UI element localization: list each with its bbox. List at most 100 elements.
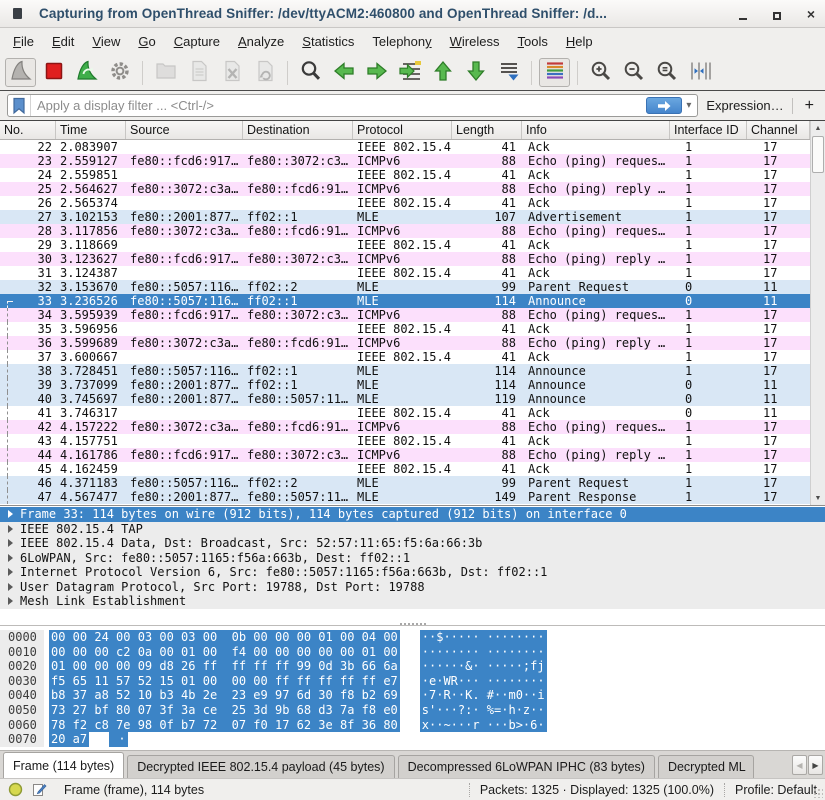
hex-ascii[interactable]: s'···?:· %=·h·z··	[420, 703, 547, 718]
packet-row[interactable]: 434.157751IEEE 802.15.441Ack117	[0, 434, 810, 448]
expert-info-icon[interactable]	[8, 782, 23, 797]
menu-statistics[interactable]: Statistics	[293, 30, 363, 53]
detail-row[interactable]: User Datagram Protocol, Src Port: 19788,…	[0, 580, 825, 595]
column-header-ch[interactable]: Channel	[747, 121, 810, 139]
packet-list-scrollbar[interactable]: ▲ ▼	[810, 121, 825, 505]
expand-arrow-icon[interactable]	[8, 568, 13, 576]
byte-view-tab[interactable]: Decrypted IEEE 802.15.4 payload (45 byte…	[127, 755, 394, 778]
expand-arrow-icon[interactable]	[8, 539, 13, 547]
packet-row[interactable]: 403.745697fe80::2001:877…fe80::5057:11…M…	[0, 392, 810, 406]
packet-row[interactable]: 232.559127fe80::fcd6:917…fe80::3072:c3…I…	[0, 154, 810, 168]
hex-bytes[interactable]: f5 65 11 57 52 15 01 00 00 00 ff ff ff f…	[49, 674, 400, 689]
hex-ascii[interactable]: ··$····· ········	[420, 630, 547, 645]
menu-telephony[interactable]: Telephony	[363, 30, 440, 53]
scroll-thumb[interactable]	[812, 136, 824, 173]
packet-row[interactable]: 444.161786fe80::fcd6:917…fe80::3072:c3…I…	[0, 448, 810, 462]
packet-row[interactable]: 373.600667IEEE 802.15.441Ack117	[0, 350, 810, 364]
byte-view-tab[interactable]: Frame (114 bytes)	[3, 752, 124, 778]
detail-row[interactable]: Internet Protocol Version 6, Src: fe80::…	[0, 565, 825, 580]
go-first-button[interactable]	[427, 58, 458, 87]
expand-arrow-icon[interactable]	[8, 510, 13, 518]
menu-view[interactable]: View	[83, 30, 129, 53]
capture-comment-icon[interactable]	[32, 782, 47, 797]
hex-row[interactable]: 000000 00 24 00 03 00 03 00 0b 00 00 00 …	[0, 630, 825, 645]
hex-bytes[interactable]: b8 37 a8 52 10 b3 4b 2e 23 e9 97 6d 30 f…	[49, 688, 400, 703]
hex-row[interactable]: 005073 27 bf 80 07 3f 3a ce 25 3d 9b 68 …	[0, 703, 825, 718]
menu-file[interactable]: File	[4, 30, 43, 53]
go-to-packet-button[interactable]	[394, 58, 425, 87]
hex-ascii[interactable]: ······&· ·····;fj	[420, 659, 547, 674]
go-last-button[interactable]	[460, 58, 491, 87]
auto-scroll-button[interactable]	[493, 58, 524, 87]
zoom-in-button[interactable]	[585, 58, 616, 87]
hex-row[interactable]: 001000 00 00 c2 0a 00 01 00 f4 00 00 00 …	[0, 645, 825, 660]
packet-row[interactable]: 333.236526fe80::5057:116…ff02::1MLE114An…	[0, 294, 810, 308]
find-packet-button[interactable]	[295, 58, 326, 87]
splitter-handle[interactable]	[400, 623, 426, 625]
detail-row[interactable]: IEEE 802.15.4 TAP	[0, 522, 825, 537]
menu-help[interactable]: Help	[557, 30, 602, 53]
detail-row[interactable]: Mesh Link Establishment	[0, 594, 825, 609]
column-header-no[interactable]: No.	[0, 121, 56, 139]
menu-edit[interactable]: Edit	[43, 30, 83, 53]
expand-arrow-icon[interactable]	[8, 597, 13, 605]
packet-row[interactable]: 383.728451fe80::5057:116…ff02::1MLE114An…	[0, 364, 810, 378]
packet-row[interactable]: 424.157222fe80::3072:c3a…fe80::fcd6:91…I…	[0, 420, 810, 434]
apply-filter-button[interactable]	[646, 97, 682, 114]
packet-row[interactable]: 242.559851IEEE 802.15.441Ack117	[0, 168, 810, 182]
menu-go[interactable]: Go	[129, 30, 164, 53]
add-filter-button[interactable]: +	[801, 97, 818, 115]
scroll-down-icon[interactable]: ▼	[811, 491, 825, 505]
zoom-reset-button[interactable]	[651, 58, 682, 87]
packet-row[interactable]: 222.083907IEEE 802.15.441Ack117	[0, 140, 810, 154]
hex-row[interactable]: 0040b8 37 a8 52 10 b3 4b 2e 23 e9 97 6d …	[0, 688, 825, 703]
go-forward-button[interactable]	[361, 58, 392, 87]
packet-row[interactable]: 252.564627fe80::3072:c3a…fe80::fcd6:91…I…	[0, 182, 810, 196]
column-header-src[interactable]: Source	[126, 121, 243, 139]
packet-row[interactable]: 413.746317IEEE 802.15.441Ack011	[0, 406, 810, 420]
packet-row[interactable]: 343.595939fe80::fcd6:917…fe80::3072:c3…I…	[0, 308, 810, 322]
packet-row[interactable]: 313.124387IEEE 802.15.441Ack117	[0, 266, 810, 280]
menu-analyze[interactable]: Analyze	[229, 30, 293, 53]
zoom-out-button[interactable]	[618, 58, 649, 87]
hex-ascii[interactable]: ·7·R··K. #··m0··i	[420, 688, 547, 703]
packet-row[interactable]: 393.737099fe80::2001:877…ff02::1MLE114An…	[0, 378, 810, 392]
hex-row[interactable]: 002001 00 00 00 09 d8 26 ff ff ff ff 99 …	[0, 659, 825, 674]
display-filter-field[interactable]: ▾	[7, 94, 698, 117]
capture-start-button[interactable]	[5, 58, 36, 87]
filter-input[interactable]	[31, 98, 646, 113]
packet-row[interactable]: 464.371183fe80::5057:116…ff02::2MLE99Par…	[0, 476, 810, 490]
packet-row[interactable]: 262.565374IEEE 802.15.441Ack117	[0, 196, 810, 210]
byte-view-tab[interactable]: Decrypted ML	[658, 755, 754, 778]
column-header-proto[interactable]: Protocol	[353, 121, 452, 139]
capture-restart-button[interactable]	[71, 58, 102, 87]
packet-row[interactable]: 273.102153fe80::2001:877…ff02::1MLE107Ad…	[0, 210, 810, 224]
tab-scroll-left-button[interactable]: ◀	[792, 755, 807, 775]
scroll-up-icon[interactable]: ▲	[811, 121, 825, 135]
hex-row[interactable]: 007020 a7 ·	[0, 732, 825, 747]
byte-view-tab[interactable]: Decompressed 6LoWPAN IPHC (83 bytes)	[398, 755, 655, 778]
hex-row[interactable]: 006078 f2 c8 7e 98 0f b7 72 07 f0 17 62 …	[0, 718, 825, 733]
hex-bytes[interactable]: 20 a7	[49, 732, 89, 747]
hex-ascii[interactable]: ·e·WR··· ········	[420, 674, 547, 689]
packet-row[interactable]: 353.596956IEEE 802.15.441Ack117	[0, 322, 810, 336]
resize-columns-button[interactable]	[684, 58, 715, 87]
hex-bytes[interactable]: 00 00 00 c2 0a 00 01 00 f4 00 00 00 00 0…	[49, 645, 400, 660]
hex-bytes[interactable]: 00 00 24 00 03 00 03 00 0b 00 00 00 01 0…	[49, 630, 400, 645]
detail-row[interactable]: Frame 33: 114 bytes on wire (912 bits), …	[0, 507, 825, 522]
go-back-button[interactable]	[328, 58, 359, 87]
resize-grip[interactable]	[813, 788, 823, 798]
detail-row[interactable]: IEEE 802.15.4 Data, Dst: Broadcast, Src:…	[0, 536, 825, 551]
capture-options-button[interactable]	[104, 58, 135, 87]
packet-row[interactable]: 363.599689fe80::3072:c3a…fe80::fcd6:91…I…	[0, 336, 810, 350]
hex-bytes[interactable]: 78 f2 c8 7e 98 0f b7 72 07 f0 17 62 3e 8…	[49, 718, 400, 733]
expand-arrow-icon[interactable]	[8, 554, 13, 562]
bookmark-icon[interactable]	[8, 95, 31, 116]
column-header-dst[interactable]: Destination	[243, 121, 353, 139]
packet-row[interactable]: 293.118669IEEE 802.15.441Ack117	[0, 238, 810, 252]
detail-row[interactable]: 6LoWPAN, Src: fe80::5057:1165:f56a:663b,…	[0, 551, 825, 566]
packet-row[interactable]: 323.153670fe80::5057:116…ff02::2MLE99Par…	[0, 280, 810, 294]
hex-row[interactable]: 0030f5 65 11 57 52 15 01 00 00 00 ff ff …	[0, 674, 825, 689]
close-button[interactable]: ×	[805, 8, 817, 20]
capture-stop-button[interactable]	[38, 58, 69, 87]
